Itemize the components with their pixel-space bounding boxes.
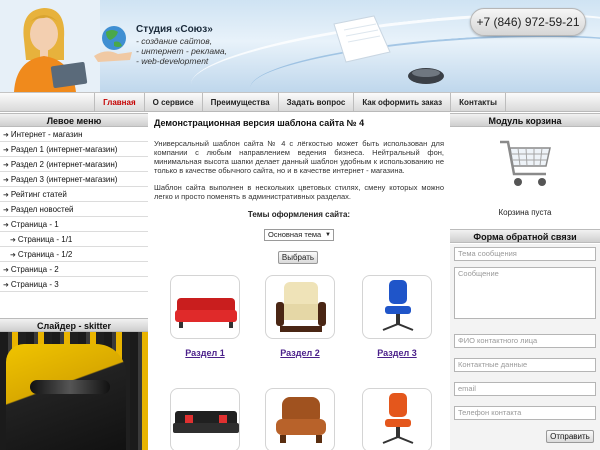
left-menu-item-label: Интернет - магазин	[10, 130, 83, 139]
message-textarea[interactable]: Сообщение	[454, 267, 596, 319]
product-card[interactable]	[170, 388, 240, 450]
styles-paragraph: Шаблон сайта выполнен в нескольких цвето…	[154, 183, 444, 201]
nav-about[interactable]: О сервисе	[143, 93, 202, 111]
product-card[interactable]	[265, 388, 335, 450]
section-2-card[interactable]	[265, 275, 335, 339]
choose-theme-button[interactable]: Выбрать	[278, 251, 318, 264]
arrow-right-icon: ➜	[3, 192, 9, 199]
slider-title: Слайдер - skitter	[0, 318, 148, 332]
top-navigation: Главная О сервисе Преимущества Задать во…	[0, 92, 600, 112]
left-column: Левое меню ➜ Интернет - магазин ➜ Раздел 1…	[0, 113, 148, 450]
slider-car-light	[30, 380, 110, 394]
arrow-right-icon: ➜	[10, 252, 16, 259]
flying-paper-decoration	[333, 15, 391, 63]
left-menu: ➜ Интернет - магазин ➜ Раздел 1 (интернет-…	[0, 127, 148, 292]
slider-image[interactable]	[0, 332, 148, 450]
tagline-1: - создание сайтов,	[136, 36, 213, 46]
left-menu-item-label: Раздел 1 (интернет-магазин)	[10, 145, 118, 154]
product-card[interactable]	[362, 388, 432, 450]
left-menu-item[interactable]: ➜ Страница - 3	[0, 277, 148, 292]
tagline-2: - интернет - реклама,	[136, 46, 227, 56]
page-title: Демонстрационная версия шаблона сайта № …	[154, 118, 365, 128]
left-menu-subitem[interactable]: ➜ Страница - 1/1	[0, 232, 148, 247]
left-menu-item[interactable]: ➜ Страница - 1	[0, 217, 148, 232]
left-menu-item-label: Страница - 2	[10, 265, 59, 274]
shopping-cart-icon[interactable]	[496, 134, 554, 192]
contact-details-input[interactable]: Контактные данные	[454, 358, 596, 372]
arrow-right-icon: ➜	[3, 207, 9, 214]
leather-armchair-image	[276, 397, 326, 443]
arrow-right-icon: ➜	[3, 162, 9, 169]
left-menu-title: Левое меню	[0, 113, 148, 127]
section-1-link[interactable]: Раздел 1	[170, 348, 240, 358]
section-1-card[interactable]	[170, 275, 240, 339]
girl-with-laptop-photo	[0, 0, 100, 92]
left-menu-item[interactable]: ➜ Рейтинг статей	[0, 187, 148, 202]
right-column: Модуль корзина Корзина пуста Форма обрат…	[450, 113, 600, 450]
left-menu-item[interactable]: ➜ Страница - 2	[0, 262, 148, 277]
slider-car-shape	[6, 344, 126, 450]
arrow-right-icon: ➜	[3, 147, 9, 154]
arrow-right-icon: ➜	[3, 177, 9, 184]
subject-input[interactable]: Тема сообщения	[454, 247, 596, 261]
left-menu-item-label: Страница - 3	[10, 280, 59, 289]
orange-office-chair-image	[382, 393, 414, 444]
arrow-right-icon: ➜	[3, 132, 9, 139]
nav-advantages[interactable]: Преимущества	[201, 93, 278, 111]
arrow-right-icon: ➜	[10, 237, 16, 244]
theme-select-value: Основная тема	[268, 230, 322, 239]
left-menu-item-label: Раздел 3 (интернет-магазин)	[10, 175, 118, 184]
cart-module-title: Модуль корзина	[450, 113, 600, 127]
left-menu-item-label: Рейтинг статей	[10, 190, 67, 199]
arrow-right-icon: ➜	[3, 267, 9, 274]
nav-contacts[interactable]: Контакты	[450, 93, 506, 111]
armchair-image	[276, 282, 326, 332]
arrow-right-icon: ➜	[3, 282, 9, 289]
left-menu-item-label: Страница - 1/2	[17, 250, 73, 259]
section-2-link[interactable]: Раздел 2	[265, 348, 335, 358]
left-menu-item[interactable]: ➜ Раздел 3 (интернет-магазин)	[0, 172, 148, 187]
section-3-card[interactable]	[362, 275, 432, 339]
dropdown-arrow-icon: ▼	[325, 232, 331, 238]
nav-how-to-order[interactable]: Как оформить заказ	[353, 93, 450, 111]
blue-office-chair-image	[382, 280, 414, 331]
section-3-link[interactable]: Раздел 3	[362, 348, 432, 358]
feedback-form: Тема сообщения Сообщение ФИО контактного…	[450, 244, 600, 450]
themes-label: Темы оформления сайта:	[247, 210, 351, 219]
intro-paragraph: Универсальный шаблон сайта № 4 с лёгкост…	[154, 139, 444, 175]
feedback-form-title: Форма обратной связи	[450, 229, 600, 243]
phone-input[interactable]: Телефон контакта	[454, 406, 596, 420]
red-sofa-image	[175, 298, 237, 328]
phone-number[interactable]: +7 (846) 972-59-21	[470, 8, 586, 36]
nav-home[interactable]: Главная	[94, 93, 144, 111]
computer-mouse-decoration	[408, 68, 444, 84]
main-content: Демонстрационная версия шаблона сайта № …	[150, 113, 448, 450]
site-header: Студия «Союз» - создание сайтов, - интер…	[0, 0, 600, 92]
black-sofa-image	[173, 411, 239, 433]
nav-ask-question[interactable]: Задать вопрос	[277, 93, 354, 111]
arrow-right-icon: ➜	[3, 222, 9, 229]
send-button[interactable]: Отправить	[546, 430, 594, 443]
left-menu-item-label: Страница - 1	[10, 220, 59, 229]
left-menu-subitem[interactable]: ➜ Страница - 1/2	[0, 247, 148, 262]
cart-module: Корзина пуста	[450, 128, 600, 226]
left-menu-item[interactable]: ➜ Раздел новостей	[0, 202, 148, 217]
email-input[interactable]: email	[454, 382, 596, 396]
theme-select[interactable]: Основная тема ▼	[264, 229, 334, 241]
contact-name-input[interactable]: ФИО контактного лица	[454, 334, 596, 348]
cart-status: Корзина пуста	[498, 208, 552, 217]
globe-hand-logo-icon	[94, 26, 132, 62]
tagline-3: - web-development	[136, 56, 209, 66]
left-menu-item[interactable]: ➜ Раздел 2 (интернет-магазин)	[0, 157, 148, 172]
left-menu-item-label: Страница - 1/1	[17, 235, 73, 244]
left-menu-item-label: Раздел новостей	[10, 205, 74, 214]
left-menu-item-label: Раздел 2 (интернет-магазин)	[10, 160, 118, 169]
left-menu-item[interactable]: ➜ Раздел 1 (интернет-магазин)	[0, 142, 148, 157]
studio-title: Студия «Союз»	[136, 24, 213, 35]
left-menu-item[interactable]: ➜ Интернет - магазин	[0, 127, 148, 142]
